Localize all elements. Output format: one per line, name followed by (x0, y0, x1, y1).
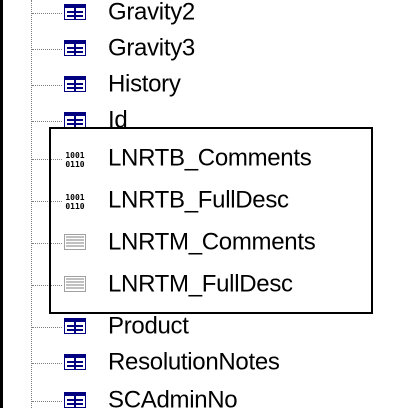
tree-item-lnrtb-comments[interactable]: 1001 0110 LNRTB_Comments (0, 141, 406, 177)
binary-field-icon: 1001 0110 (64, 150, 86, 168)
tree-item-lnrtb-fulldesc[interactable]: 1001 0110 LNRTB_FullDesc (0, 183, 406, 219)
svg-text:0110: 0110 (65, 202, 84, 210)
tree-connector (32, 285, 62, 286)
tree-item-lnrtm-comments[interactable]: LNRTM_Comments (0, 225, 406, 261)
tree-connector (32, 13, 62, 14)
tree-item-id[interactable]: Id (0, 103, 406, 139)
tree-connector (32, 49, 62, 50)
field-tree: Gravity2 Gravity3 History Id 1001 0110 LN… (0, 0, 406, 408)
tree-connector (32, 121, 62, 122)
svg-text:1001: 1001 (65, 193, 84, 202)
tree-connector (32, 363, 62, 364)
tree-item-label: LNRTB_FullDesc (108, 186, 289, 214)
tree-item-history[interactable]: History (0, 67, 406, 103)
tree-item-product[interactable]: Product (0, 309, 406, 345)
tree-item-label: SCAdminNo (108, 386, 238, 408)
tree-item-lnrtm-fulldesc[interactable]: LNRTM_FullDesc (0, 267, 406, 303)
table-field-icon (64, 354, 86, 370)
tree-item-gravity3[interactable]: Gravity3 (0, 31, 406, 67)
table-field-icon (64, 112, 86, 128)
table-field-icon (64, 4, 86, 20)
tree-connector (32, 159, 62, 160)
tree-connector (32, 401, 62, 402)
svg-text:1001: 1001 (65, 151, 84, 160)
svg-text:0110: 0110 (65, 160, 84, 168)
memo-field-icon (64, 234, 86, 250)
table-field-icon (64, 40, 86, 56)
tree-item-label: LNRTB_Comments (108, 144, 312, 172)
tree-item-label: Id (108, 106, 128, 134)
tree-item-scadminno[interactable]: SCAdminNo (0, 383, 406, 408)
tree-connector (32, 85, 62, 86)
tree-item-label: Gravity2 (108, 0, 195, 26)
binary-field-icon: 1001 0110 (64, 192, 86, 210)
memo-field-icon (64, 276, 86, 292)
tree-connector (32, 201, 62, 202)
tree-connector (32, 243, 62, 244)
tree-item-label: Gravity3 (108, 34, 195, 62)
tree-item-resolutionnotes[interactable]: ResolutionNotes (0, 345, 406, 381)
table-field-icon (64, 318, 86, 334)
tree-item-label: History (108, 70, 181, 98)
tree-item-label: LNRTM_Comments (108, 228, 316, 256)
tree-connector (32, 327, 62, 328)
tree-item-label: ResolutionNotes (108, 348, 280, 376)
table-field-icon (64, 392, 86, 408)
tree-item-gravity2[interactable]: Gravity2 (0, 0, 406, 31)
tree-item-label: LNRTM_FullDesc (108, 270, 293, 298)
table-field-icon (64, 76, 86, 92)
tree-item-label: Product (108, 312, 189, 340)
